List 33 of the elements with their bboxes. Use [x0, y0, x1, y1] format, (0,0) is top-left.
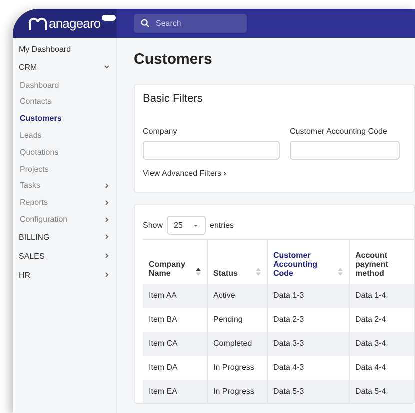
table-cell: Item EA	[143, 380, 207, 403]
sidebar-item[interactable]: BILLING	[13, 228, 116, 247]
sidebar-item[interactable]: HR	[13, 266, 116, 285]
input-field[interactable]	[290, 141, 400, 160]
card-title: Basic Filters	[143, 93, 204, 105]
show-label: Show	[143, 221, 164, 230]
table-cell: Data 1-3	[267, 284, 349, 308]
sidebar-item[interactable]: CRM	[13, 58, 116, 77]
advanced-filters-link[interactable]: View Advanced Filters ›	[143, 169, 226, 178]
page-title: Customers	[134, 51, 214, 68]
input-field[interactable]	[143, 141, 280, 160]
table-cell: Data 5-3	[267, 380, 349, 403]
table-cell: Data 3-3	[267, 332, 349, 356]
table-cell: Completed	[207, 332, 267, 356]
logo-text: anagearo	[49, 16, 101, 31]
sidebar-item[interactable]: Customers	[13, 110, 116, 128]
table-cell: In Progress	[207, 380, 267, 403]
search-field[interactable]: Search	[134, 14, 247, 33]
sidebar-item[interactable]: My Dashboard	[13, 41, 116, 58]
caret-icon	[193, 224, 200, 228]
badge-icon	[102, 15, 116, 21]
sidebar-item[interactable]: SALES	[13, 246, 116, 266]
field-label: Customer Accounting Code	[290, 127, 388, 136]
entries-label: entries	[210, 221, 234, 230]
page-size-dropdown[interactable]: 25	[167, 216, 206, 235]
table-cell: Data 1-4	[349, 284, 414, 308]
table-cell: Active	[207, 284, 267, 308]
table-cell: Item CA	[143, 332, 207, 356]
field-label: Company	[143, 127, 178, 136]
table-cell: Data 5-4	[349, 380, 414, 403]
cloud-logo-icon	[28, 16, 48, 30]
table-cell: Item AA	[143, 284, 207, 308]
table-cell: Data 3-4	[349, 332, 414, 356]
